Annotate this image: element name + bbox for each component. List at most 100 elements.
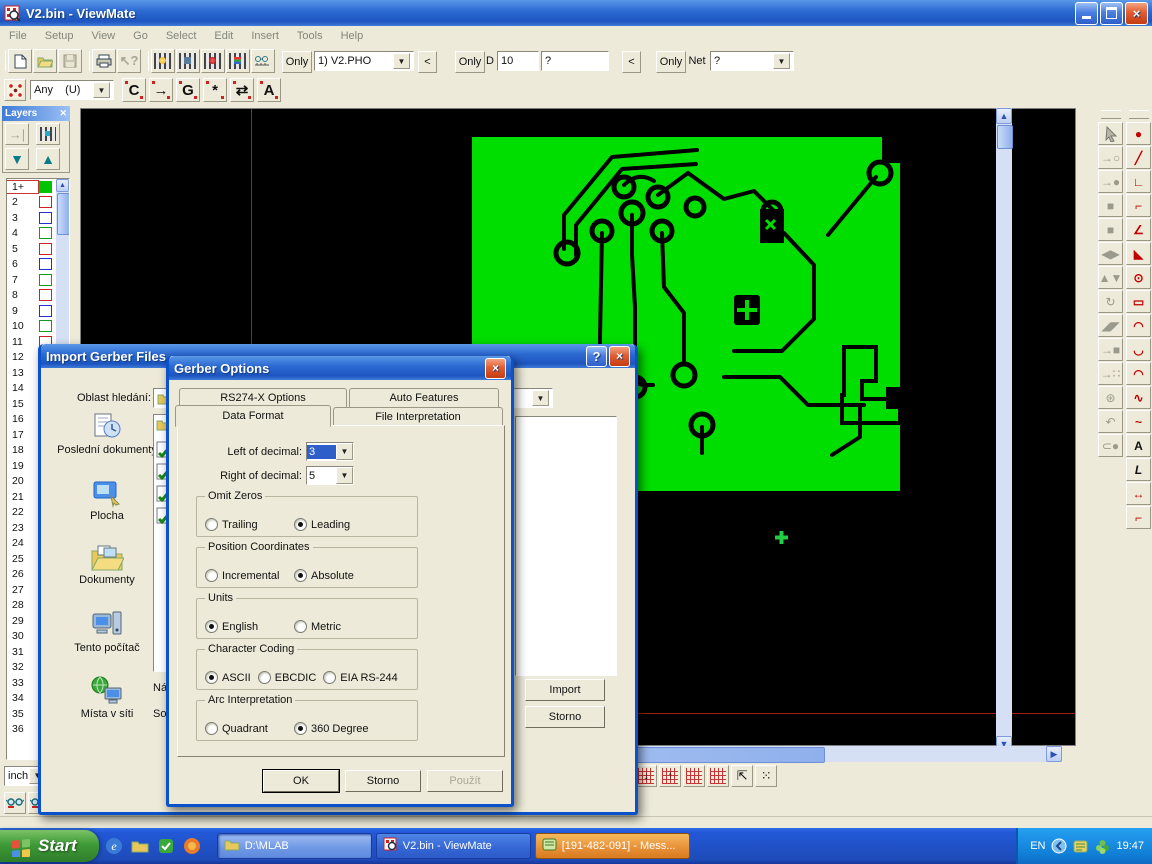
close-button[interactable]: ×	[1125, 2, 1148, 25]
board-colors-icon[interactable]	[226, 49, 250, 73]
pan-down-icon[interactable]: ↓	[635, 765, 657, 787]
chevron-down-icon[interactable]: ▼	[336, 467, 353, 484]
select-pad-icon[interactable]: ⇄	[230, 78, 254, 102]
layer-down-button[interactable]: ▼	[5, 148, 29, 170]
layer-color-swatch[interactable]	[39, 196, 52, 208]
quicklaunch-ie-icon[interactable]: e	[103, 835, 125, 857]
save-file-button[interactable]	[58, 49, 82, 73]
vertical-scrollbar[interactable]: ▲ ▼	[996, 108, 1012, 752]
radio-absolute[interactable]: Absolute	[294, 569, 354, 582]
tray-messenger-icon[interactable]	[1072, 838, 1089, 855]
board-measure-icon[interactable]	[251, 49, 275, 73]
chevron-down-icon[interactable]: ▼	[532, 390, 549, 406]
move-to-layer-icon[interactable]: →■	[1098, 338, 1123, 361]
place-desktop[interactable]: Plocha	[51, 476, 163, 542]
minimize-button[interactable]	[1075, 2, 1098, 25]
fill-polygon-icon[interactable]: ■	[1098, 194, 1123, 217]
select-filter-combo[interactable]: Any (U)▼	[30, 80, 114, 100]
menu-go[interactable]: Go	[124, 28, 157, 44]
chevron-down-icon[interactable]: ▼	[93, 82, 110, 98]
board-flash-icon[interactable]	[151, 49, 175, 73]
close-button[interactable]: ×	[609, 346, 630, 367]
snap-item-icon[interactable]: ⊂●	[1098, 434, 1123, 457]
grid-add-icon[interactable]	[683, 765, 705, 787]
chevron-down-icon[interactable]: ▼	[773, 53, 790, 69]
layer-color-swatch[interactable]	[39, 289, 52, 301]
radio-ebcdic[interactable]: EBCDIC	[258, 671, 317, 684]
chevron-down-icon[interactable]: ▼	[393, 53, 410, 69]
draw-angle-icon[interactable]: ∠	[1126, 218, 1151, 241]
gerber-options-titlebar[interactable]: Gerber Options ×	[169, 356, 511, 380]
draw-bend-icon[interactable]: ⌐	[1126, 506, 1151, 529]
draw-spline-icon[interactable]: ∿	[1126, 386, 1151, 409]
net-combo[interactable]: ?▼	[710, 51, 794, 71]
radio-leading[interactable]: Leading	[294, 518, 350, 531]
draw-corner-icon[interactable]: ⌐	[1126, 194, 1151, 217]
copy-item-icon[interactable]: →●	[1098, 170, 1123, 193]
glasses-pads-icon[interactable]	[4, 792, 26, 814]
radio-eia-rs-244[interactable]: EIA RS-244	[323, 671, 397, 684]
radio-ascii[interactable]: ASCII	[205, 671, 251, 684]
draw-pad-icon[interactable]: ●	[1126, 122, 1151, 145]
tray-icq-icon[interactable]	[1094, 838, 1111, 855]
only-dcode-button[interactable]: Only	[455, 51, 485, 73]
select-area-icon[interactable]: ⇱	[731, 765, 753, 787]
select-trace-icon[interactable]: →	[149, 78, 173, 102]
chevron-down-icon[interactable]: ▼	[336, 443, 353, 460]
mirror-horizontal-icon[interactable]: ◀▶	[1098, 242, 1123, 265]
dcode-input[interactable]: 10	[497, 51, 539, 71]
scroll-right-icon[interactable]: ▶	[1046, 746, 1062, 762]
scroll-up-icon[interactable]: ▲	[996, 108, 1012, 124]
task-messenger[interactable]: [191-482-091] - Mess...	[535, 833, 690, 859]
place-documents[interactable]: Dokumenty	[51, 542, 163, 608]
dcode-filter-input[interactable]: ?	[541, 51, 609, 71]
select-filter-icon[interactable]	[4, 79, 26, 101]
radio-360-degree[interactable]: 360 Degree	[294, 722, 369, 735]
dimension-icon[interactable]: ↔	[1126, 482, 1151, 505]
tab-data-format[interactable]: Data Format	[175, 405, 331, 427]
undo-icon[interactable]: ↶	[1098, 410, 1123, 433]
menu-file[interactable]: File	[0, 28, 36, 44]
tab-file-interpretation[interactable]: File Interpretation	[333, 407, 503, 426]
quicklaunch-firefox-icon[interactable]	[181, 835, 203, 857]
toolbar-grip[interactable]	[1129, 110, 1149, 119]
task-viewmate[interactable]: V2.bin - ViewMate	[376, 833, 531, 859]
prev-layer-button[interactable]: <	[418, 51, 437, 73]
layer-color-swatch[interactable]	[39, 243, 52, 255]
layer-color-swatch[interactable]	[39, 258, 52, 270]
quicklaunch-app-icon[interactable]	[155, 835, 177, 857]
import-button[interactable]: Import	[525, 679, 605, 701]
layer-color-swatch[interactable]	[39, 320, 52, 332]
new-file-button[interactable]	[8, 49, 32, 73]
mirror-vertical-icon[interactable]: ▲▼	[1098, 266, 1123, 289]
task-explorer[interactable]: D:\MLAB	[217, 833, 372, 859]
close-button[interactable]: ×	[485, 358, 506, 379]
layer-color-swatch[interactable]	[39, 212, 52, 224]
select-gerber-icon[interactable]: G	[176, 78, 200, 102]
menu-select[interactable]: Select	[157, 28, 206, 44]
draw-circle-icon[interactable]: ⊙	[1126, 266, 1151, 289]
select-cursor-icon[interactable]	[1098, 122, 1123, 145]
place-computer[interactable]: Tento počítač	[51, 608, 163, 674]
layer-color-swatch[interactable]	[39, 274, 52, 286]
print-button[interactable]	[92, 49, 116, 73]
menu-help[interactable]: Help	[332, 28, 373, 44]
only-net-button[interactable]: Only	[656, 51, 686, 73]
vertical-scroll-thumb[interactable]	[997, 125, 1013, 149]
transfer-item-icon[interactable]: →○	[1098, 146, 1123, 169]
select-flash-icon[interactable]: *	[203, 78, 227, 102]
language-ind[interactable]: EN	[1030, 840, 1045, 852]
label-icon[interactable]: L	[1126, 458, 1151, 481]
help-button[interactable]: ?	[586, 346, 607, 367]
restore-button[interactable]	[1100, 2, 1123, 25]
menu-view[interactable]: View	[82, 28, 124, 44]
radio-incremental[interactable]: Incremental	[205, 569, 294, 582]
tab-auto-features[interactable]: Auto Features	[349, 388, 499, 407]
select-points-icon[interactable]: ⁙	[755, 765, 777, 787]
cancel-button[interactable]: Storno	[525, 706, 605, 728]
layer-combo[interactable]: 1) V2.PHO▼	[314, 51, 414, 71]
draw-arc-icon[interactable]: ◠	[1126, 314, 1151, 337]
select-component-icon[interactable]: C	[122, 78, 146, 102]
right-of-decimal-combo[interactable]: 5▼	[306, 466, 354, 485]
draw-arc-point-icon[interactable]: ◠	[1126, 362, 1151, 385]
